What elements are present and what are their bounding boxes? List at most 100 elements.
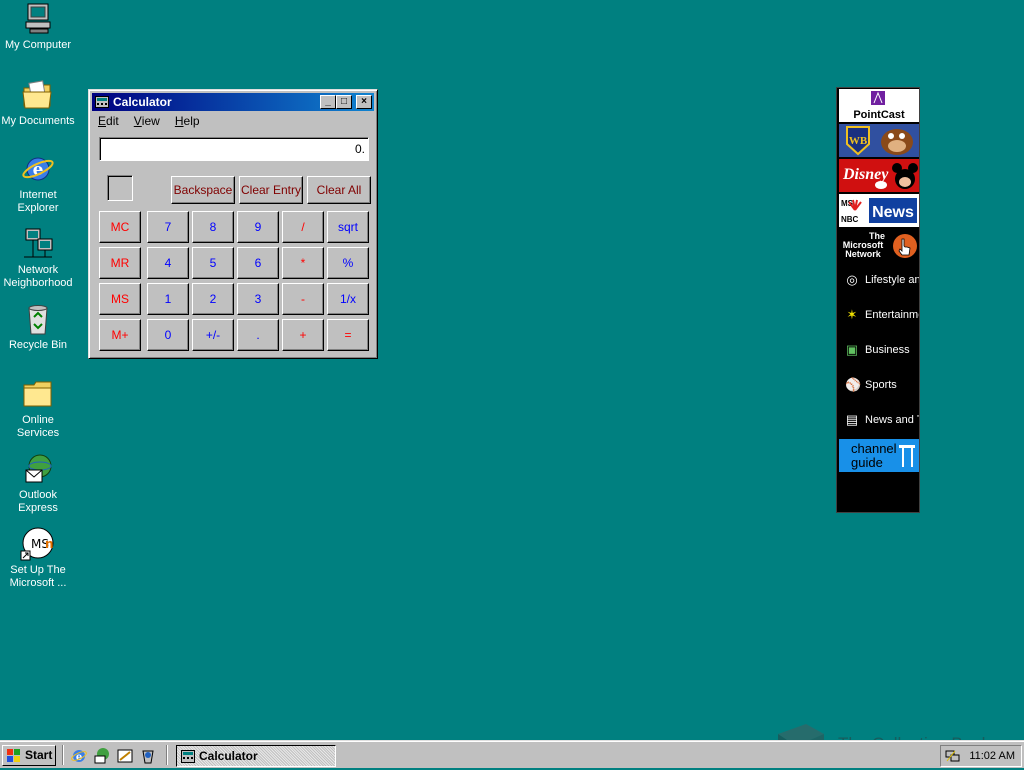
desktop-icon-label: Network Neighborhood <box>3 264 73 289</box>
memory-indicator <box>107 175 133 201</box>
digit-8-button[interactable]: 8 <box>192 211 234 243</box>
calculator-window[interactable]: Calculator _ □ × Edit View Help 0. Backs… <box>88 89 378 359</box>
desktop-icon-my-computer[interactable]: My Computer <box>0 2 76 52</box>
desktop-icon-label: Outlook Express <box>18 489 58 514</box>
network-icon <box>20 227 56 261</box>
internet-explorer-icon: e <box>20 152 56 186</box>
desktop-icon-label: My Documents <box>1 115 75 127</box>
clear-entry-button[interactable]: Clear Entry <box>239 176 303 204</box>
backspace-button[interactable]: Backspace <box>171 176 235 204</box>
subtract-button[interactable]: - <box>282 283 324 315</box>
digit-3-button[interactable]: 3 <box>237 283 279 315</box>
desktop-icon-online-services[interactable]: Online Services <box>0 377 76 440</box>
reciprocal-button[interactable]: 1/x <box>327 283 369 315</box>
menu-edit[interactable]: Edit <box>92 112 125 130</box>
equals-button[interactable]: = <box>327 319 369 351</box>
svg-text:News: News <box>872 204 914 221</box>
menu-view[interactable]: View <box>128 112 166 130</box>
m-plus-button[interactable]: M+ <box>99 319 141 351</box>
folder-documents-icon <box>20 78 56 112</box>
taskbar-separator <box>62 745 64 765</box>
desktop-icon-my-documents[interactable]: My Documents <box>0 78 76 128</box>
recycle-bin-icon <box>20 302 56 336</box>
money-icon: ▣ <box>845 342 859 357</box>
digit-6-button[interactable]: 6 <box>237 247 279 279</box>
desktop-icon-label: Recycle Bin <box>8 339 68 351</box>
channel-item-news[interactable]: ▤ News and T <box>839 404 919 437</box>
ms-button[interactable]: MS <box>99 283 141 315</box>
msn-icon: MS n <box>20 527 56 561</box>
channel-guide[interactable]: channel guide <box>839 439 919 472</box>
svg-text:PointCast: PointCast <box>853 109 905 121</box>
divide-button[interactable]: / <box>282 211 324 243</box>
maximize-button[interactable]: □ <box>336 95 352 109</box>
digit-9-button[interactable]: 9 <box>237 211 279 243</box>
svg-text:guide: guide <box>851 455 883 470</box>
quicklaunch-ie-icon[interactable]: e <box>70 747 88 765</box>
start-label: Start <box>25 748 53 762</box>
swirl-icon: ◎ <box>846 272 858 287</box>
channel-item-label: Business <box>865 344 910 356</box>
digit-1-button[interactable]: 1 <box>147 283 189 315</box>
calculator-display: 0. <box>99 137 369 161</box>
desktop-icon-network-neighborhood[interactable]: Network Neighborhood <box>0 227 76 290</box>
title-bar[interactable]: Calculator _ □ × <box>92 93 374 111</box>
quicklaunch-show-desktop-icon[interactable] <box>116 747 134 765</box>
wb-logo-icon: WB <box>846 126 913 156</box>
sqrt-button[interactable]: sqrt <box>327 211 369 243</box>
channel-item-lifestyle[interactable]: ◎ Lifestyle and <box>839 264 919 297</box>
taskbar-button-label: Calculator <box>199 749 258 763</box>
minimize-icon: _ <box>325 96 331 107</box>
sign-button[interactable]: +/- <box>192 319 234 351</box>
channel-item-entertainment[interactable]: ✶ Entertainme <box>839 299 919 332</box>
desktop-icon-internet-explorer[interactable]: e Internet Explorer <box>0 152 76 215</box>
channel-item-label: Entertainme <box>865 309 919 321</box>
channel-disney[interactable]: Disney <box>839 159 919 193</box>
channel-item-business[interactable]: ▣ Business <box>839 334 919 367</box>
minimize-button[interactable]: _ <box>320 95 336 109</box>
menu-help[interactable]: Help <box>169 112 206 130</box>
quicklaunch-outlook-icon[interactable] <box>93 747 111 765</box>
digit-4-button[interactable]: 4 <box>147 247 189 279</box>
menu-accel: H <box>174 114 184 128</box>
disney-logo-icon: Disney <box>842 163 918 189</box>
channel-item-label: Sports <box>865 379 897 391</box>
taskbar-button-calculator[interactable]: Calculator <box>176 745 336 767</box>
multiply-button[interactable]: * <box>282 247 324 279</box>
digit-7-button[interactable]: 7 <box>147 211 189 243</box>
channel-msn[interactable]: The Microsoft Network <box>839 229 919 262</box>
network-tray-icon[interactable] <box>945 749 961 763</box>
percent-button[interactable]: % <box>327 247 369 279</box>
channel-item-label: Lifestyle and <box>865 274 919 286</box>
system-tray: 11:02 AM <box>940 745 1022 767</box>
desktop-icon-label: Internet Explorer <box>17 189 59 214</box>
mr-button[interactable]: MR <box>99 247 141 279</box>
menu-accel: E <box>98 114 107 128</box>
digit-2-button[interactable]: 2 <box>192 283 234 315</box>
baseball-icon: ⚾ <box>845 377 862 392</box>
channel-wb[interactable]: WB <box>839 124 919 158</box>
quicklaunch-channels-icon[interactable] <box>139 747 157 765</box>
menu-accel: V <box>133 114 142 128</box>
digit-5-button[interactable]: 5 <box>192 247 234 279</box>
menu-rest: elp <box>183 114 200 128</box>
close-button[interactable]: × <box>356 95 372 109</box>
mc-button[interactable]: MC <box>99 211 141 243</box>
start-button[interactable]: Start <box>2 745 56 766</box>
channel-bar: PointCast WB Disney MS NBC News The Micr… <box>836 87 920 513</box>
desktop-icon-outlook-express[interactable]: Outlook Express <box>0 452 76 515</box>
decimal-button[interactable]: . <box>237 319 279 351</box>
digit-0-button[interactable]: 0 <box>147 319 189 351</box>
clear-all-button[interactable]: Clear All <box>307 176 371 204</box>
svg-text:n: n <box>45 537 54 551</box>
desktop-icon-recycle-bin[interactable]: Recycle Bin <box>0 302 76 352</box>
desktop-icon-setup-msn[interactable]: MS n Set Up The Microsoft ... <box>0 527 76 590</box>
close-icon: × <box>361 96 367 107</box>
menu-rest: dit <box>106 114 119 128</box>
clock[interactable]: 11:02 AM <box>969 746 1015 766</box>
channel-item-sports[interactable]: ⚾ Sports <box>839 369 919 402</box>
channel-pointcast[interactable]: PointCast <box>839 89 919 123</box>
channel-msnbc[interactable]: MS NBC News <box>839 194 919 228</box>
svg-text:WB: WB <box>849 135 868 147</box>
add-button[interactable]: + <box>282 319 324 351</box>
